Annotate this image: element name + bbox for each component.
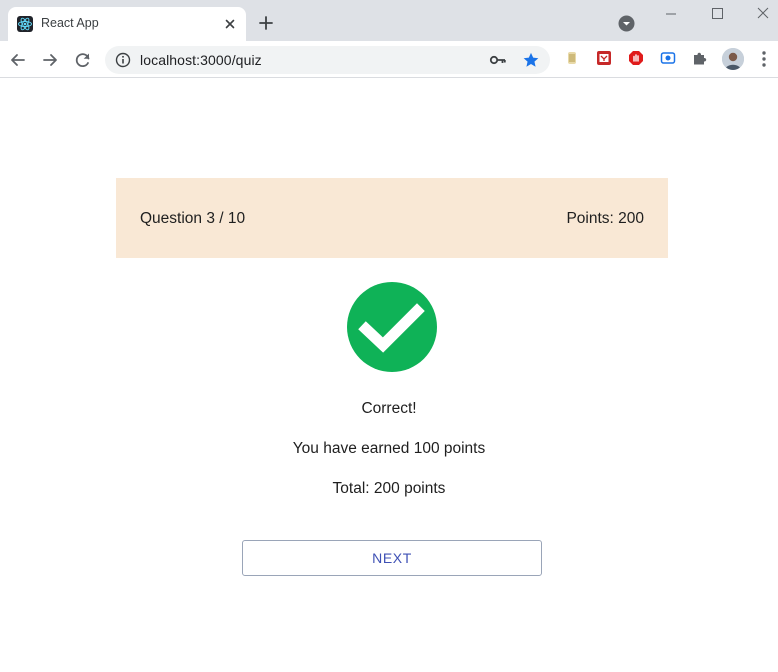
browser-tab-strip: React App [0,0,778,41]
maximize-icon[interactable] [707,6,727,22]
react-favicon-icon [17,16,33,32]
extension-honey-icon[interactable] [564,50,580,66]
minimize-icon[interactable] [661,6,681,22]
window-close-icon[interactable] [753,6,773,22]
url-text[interactable]: localhost:3000/quiz [140,52,262,68]
tab-search-icon[interactable] [618,15,635,32]
plus-icon[interactable] [257,14,275,32]
points-display: Points: 200 [566,210,644,227]
question-counter: Question 3 / 10 [140,210,246,227]
extensions-puzzle-icon[interactable] [692,50,708,66]
address-bar[interactable]: localhost:3000/quiz [105,46,550,74]
info-icon[interactable] [115,52,131,68]
tab-title: React App [41,16,99,30]
browser-tab[interactable]: React App [8,7,246,41]
extension-calendar-icon[interactable] [596,50,612,66]
check-circle-icon [347,282,437,372]
earned-points-message: You have earned 100 points [292,440,486,457]
forward-arrow-icon[interactable] [40,50,60,70]
quiz-status-bar: Question 3 / 10 Points: 200 [116,178,668,258]
extension-screen-recorder-icon[interactable] [660,50,676,66]
reload-icon[interactable] [73,50,93,70]
extension-adblock-icon[interactable] [628,50,644,66]
profile-avatar[interactable] [722,48,744,70]
close-icon[interactable] [222,16,238,32]
result-message: Correct! [361,400,417,417]
back-arrow-icon[interactable] [8,50,28,70]
star-icon[interactable] [522,51,540,69]
kebab-menu-icon[interactable] [757,49,771,69]
total-points-message: Total: 200 points [332,480,446,497]
next-button[interactable]: NEXT [242,540,542,576]
key-icon[interactable] [489,52,507,68]
